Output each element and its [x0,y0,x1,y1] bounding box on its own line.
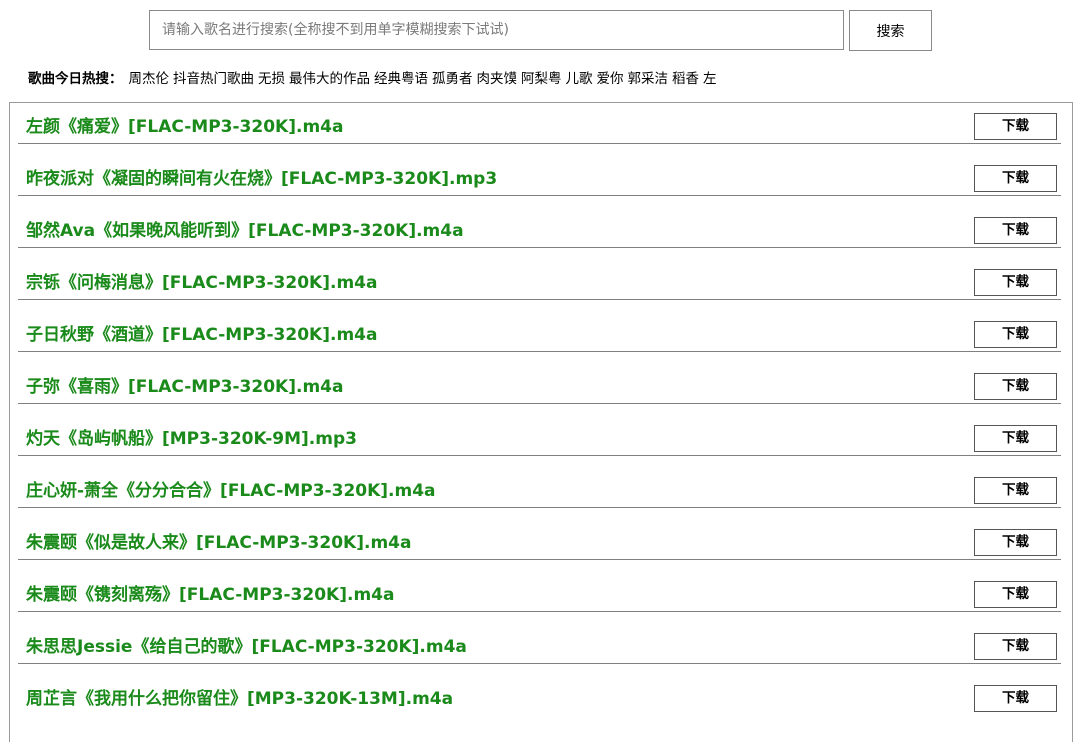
hot-search-item[interactable]: 无损 [258,69,285,89]
result-row: 宗铄《问梅消息》[FLAC-MP3-320K].m4a 下载 [18,261,1061,300]
song-link[interactable]: 邹然Ava《如果晚风能听到》[FLAC-MP3-320K].m4a [26,216,464,241]
result-row: 周芷言《我用什么把你留住》[MP3-320K-13M].m4a 下载 [18,677,1061,715]
result-row: 邹然Ava《如果晚风能听到》[FLAC-MP3-320K].m4a 下载 [18,209,1061,248]
download-button[interactable]: 下载 [974,217,1057,244]
hot-search-item[interactable]: 左 [703,69,717,89]
search-input[interactable] [149,10,844,50]
result-row: 子日秋野《酒道》[FLAC-MP3-320K].m4a 下载 [18,313,1061,352]
download-button[interactable]: 下载 [974,269,1057,296]
song-link[interactable]: 庄心妍-萧全《分分合合》[FLAC-MP3-320K].m4a [26,476,436,501]
hot-search-item[interactable]: 阿梨粤 [521,69,562,89]
hot-searches: 歌曲今日热搜： 周杰伦 抖音热门歌曲 无损 最伟大的作品 经典粤语 孤勇者 肉夹… [28,69,721,89]
hot-search-item[interactable]: 周杰伦 [129,69,170,89]
result-row: 朱思思Jessie《给自己的歌》[FLAC-MP3-320K].m4a 下载 [18,625,1061,664]
hot-searches-label: 歌曲今日热搜： [28,71,123,87]
song-link[interactable]: 朱震颐《似是故人来》[FLAC-MP3-320K].m4a [26,528,411,553]
result-row: 昨夜派对《凝固的瞬间有火在烧》[FLAC-MP3-320K].mp3 下载 [18,157,1061,196]
song-link[interactable]: 朱震颐《镌刻离殇》[FLAC-MP3-320K].m4a [26,580,394,605]
search-button[interactable]: 搜索 [849,10,932,51]
download-button[interactable]: 下载 [974,425,1057,452]
song-link[interactable]: 子弥《喜雨》[FLAC-MP3-320K].m4a [26,372,343,397]
hot-search-item[interactable]: 孤勇者 [432,69,473,89]
result-row: 朱震颐《镌刻离殇》[FLAC-MP3-320K].m4a 下载 [18,573,1061,612]
song-link[interactable]: 宗铄《问梅消息》[FLAC-MP3-320K].m4a [26,268,377,293]
download-button[interactable]: 下载 [974,581,1057,608]
result-row: 子弥《喜雨》[FLAC-MP3-320K].m4a 下载 [18,365,1061,404]
result-row: 庄心妍-萧全《分分合合》[FLAC-MP3-320K].m4a 下载 [18,469,1061,508]
download-button[interactable]: 下载 [974,373,1057,400]
song-link[interactable]: 昨夜派对《凝固的瞬间有火在烧》[FLAC-MP3-320K].mp3 [26,164,497,189]
download-button[interactable]: 下载 [974,633,1057,660]
hot-search-item[interactable]: 儿歌 [566,69,593,89]
song-link[interactable]: 朱思思Jessie《给自己的歌》[FLAC-MP3-320K].m4a [26,632,467,657]
song-link[interactable]: 周芷言《我用什么把你留住》[MP3-320K-13M].m4a [26,684,453,709]
results-list: 左颜《痛爱》[FLAC-MP3-320K].m4a 下载 昨夜派对《凝固的瞬间有… [9,102,1073,742]
download-button[interactable]: 下载 [974,529,1057,556]
download-button[interactable]: 下载 [974,321,1057,348]
download-button[interactable]: 下载 [974,165,1057,192]
hot-search-item[interactable]: 抖音热门歌曲 [173,69,254,89]
result-row: 灼天《岛屿帆船》[MP3-320K-9M].mp3 下载 [18,417,1061,456]
song-link[interactable]: 灼天《岛屿帆船》[MP3-320K-9M].mp3 [26,424,357,449]
download-button[interactable]: 下载 [974,685,1057,712]
hot-search-item[interactable]: 最伟大的作品 [289,69,370,89]
hot-search-item[interactable]: 爱你 [597,69,624,89]
download-button[interactable]: 下载 [974,113,1057,140]
hot-search-item[interactable]: 郭采洁 [628,69,669,89]
result-row: 左颜《痛爱》[FLAC-MP3-320K].m4a 下载 [18,105,1061,144]
hot-search-item[interactable]: 经典粤语 [374,69,428,89]
hot-search-item[interactable]: 肉夹馍 [477,69,518,89]
download-button[interactable]: 下载 [974,477,1057,504]
song-link[interactable]: 左颜《痛爱》[FLAC-MP3-320K].m4a [26,112,343,137]
result-row: 朱震颐《似是故人来》[FLAC-MP3-320K].m4a 下载 [18,521,1061,560]
song-link[interactable]: 子日秋野《酒道》[FLAC-MP3-320K].m4a [26,320,377,345]
hot-search-item[interactable]: 稻香 [672,69,699,89]
